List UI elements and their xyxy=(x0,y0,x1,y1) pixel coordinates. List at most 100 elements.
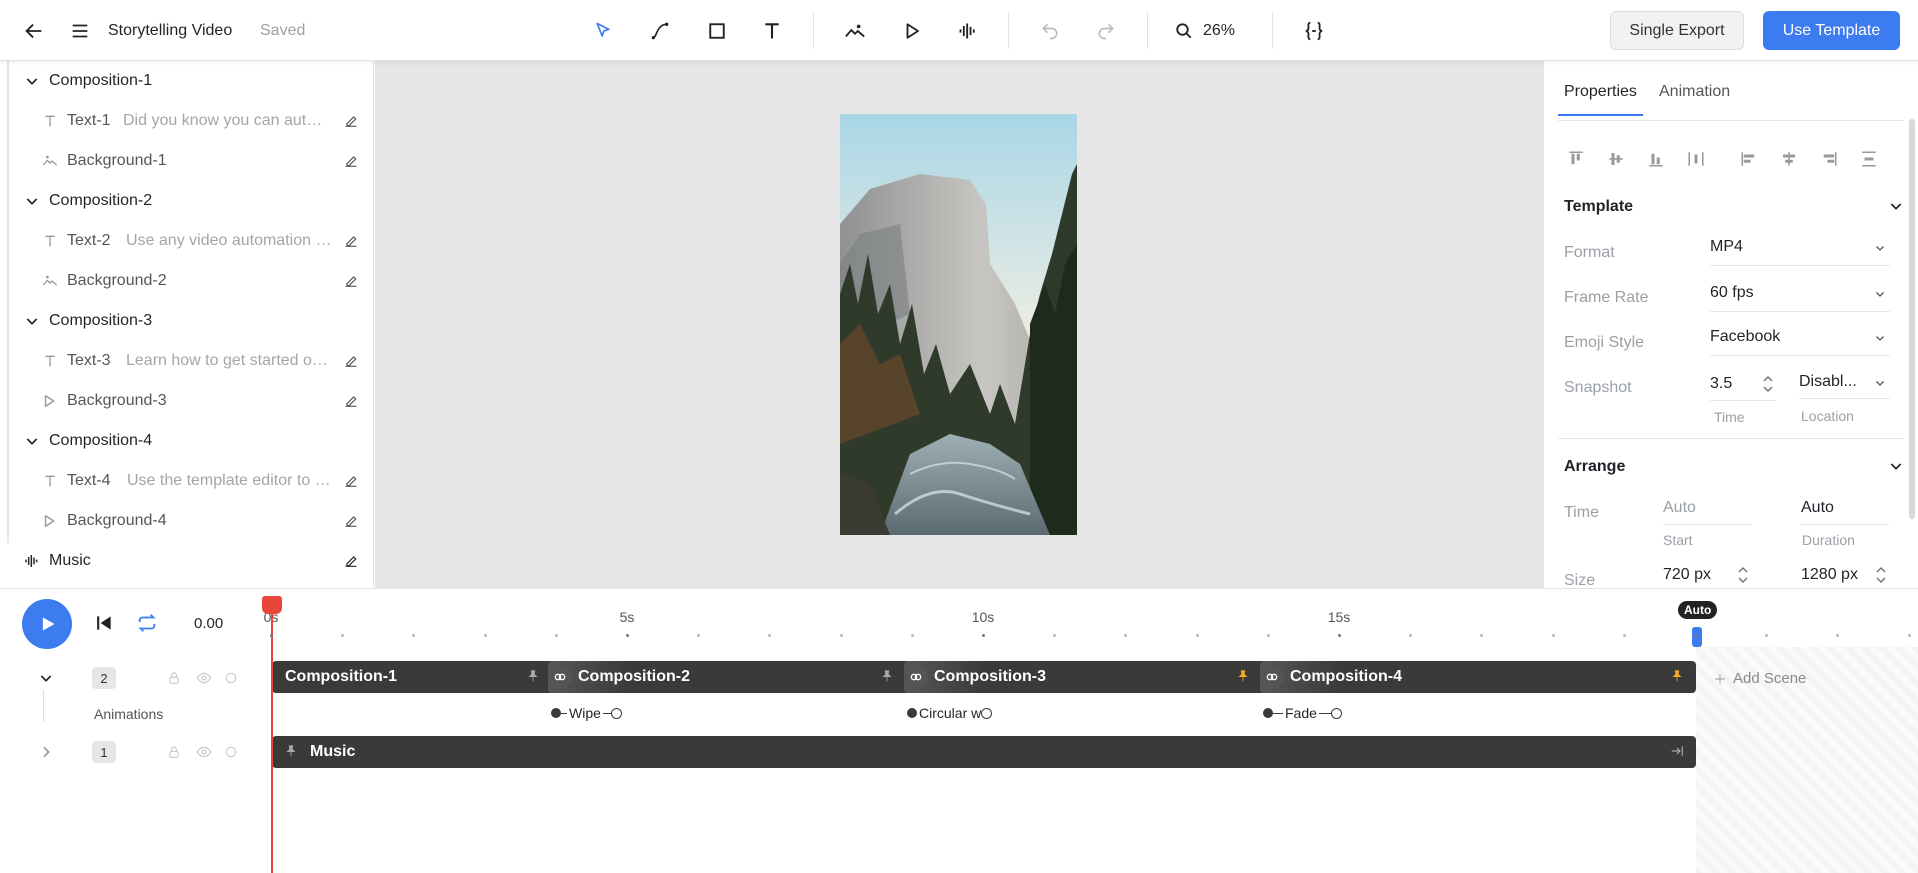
tree-item-background[interactable]: Background-1 xyxy=(0,141,373,181)
back-button[interactable] xyxy=(16,0,52,61)
tab-properties[interactable]: Properties xyxy=(1558,83,1643,116)
tree-composition-3[interactable]: Composition-3 xyxy=(0,301,373,341)
time-start-input[interactable]: Auto xyxy=(1663,491,1751,525)
pin-icon[interactable] xyxy=(284,744,298,758)
pin-icon[interactable] xyxy=(526,669,540,683)
arrow-right-to-line-icon[interactable] xyxy=(1670,744,1684,758)
distribute-vertical-button[interactable] xyxy=(1857,147,1881,171)
text-tool-button[interactable] xyxy=(754,0,790,61)
tab-animation[interactable]: Animation xyxy=(1659,83,1730,101)
video-preview[interactable] xyxy=(840,114,1077,535)
align-left-button[interactable] xyxy=(1737,147,1761,171)
canvas-area[interactable] xyxy=(375,61,1543,588)
pencil-icon[interactable] xyxy=(343,113,359,129)
tree-item-background[interactable]: Background-2 xyxy=(0,261,373,301)
code-editor-button[interactable] xyxy=(1296,0,1332,61)
size-height-input[interactable]: 1280 px xyxy=(1801,558,1889,588)
pencil-icon[interactable] xyxy=(343,353,359,369)
image-tool-button[interactable] xyxy=(837,0,873,61)
pencil-icon[interactable] xyxy=(343,513,359,529)
audio-tool-button[interactable] xyxy=(950,0,986,61)
keyframe-start[interactable] xyxy=(1263,708,1273,718)
solo-button[interactable] xyxy=(222,669,240,687)
duration-handle[interactable] xyxy=(1692,627,1702,647)
size-width-input[interactable]: 720 px xyxy=(1663,558,1751,588)
use-template-button[interactable]: Use Template xyxy=(1763,11,1900,50)
align-top-button[interactable] xyxy=(1564,147,1588,171)
tree-item-text[interactable]: Text-3 Learn how to get started online xyxy=(0,341,373,381)
chevron-down-icon[interactable] xyxy=(1888,458,1904,474)
format-select[interactable]: MP4 xyxy=(1710,232,1890,266)
pencil-icon[interactable] xyxy=(343,273,359,289)
stepper-icon[interactable] xyxy=(1875,564,1887,586)
keyframe-start[interactable] xyxy=(907,708,917,718)
chevron-down-icon[interactable] xyxy=(1888,198,1904,214)
video-tool-button[interactable] xyxy=(894,0,930,61)
template-section-header[interactable]: Template xyxy=(1564,198,1904,216)
arrange-section-header[interactable]: Arrange xyxy=(1564,458,1904,476)
emoji-style-select[interactable]: Facebook xyxy=(1710,322,1890,356)
pin-icon[interactable] xyxy=(1670,669,1684,683)
chevron-down-icon[interactable] xyxy=(24,313,40,329)
lock-button[interactable] xyxy=(165,669,183,687)
stepper-icon[interactable] xyxy=(1762,373,1774,395)
frame-rate-select[interactable]: 60 fps xyxy=(1710,278,1890,312)
keyframe-end[interactable] xyxy=(1330,707,1342,719)
pencil-icon[interactable] xyxy=(343,393,359,409)
chevron-down-icon[interactable] xyxy=(24,433,40,449)
transition-wipe[interactable]: Wipe xyxy=(551,704,622,722)
stepper-icon[interactable] xyxy=(1737,564,1749,586)
tree-item-background[interactable]: Background-3 xyxy=(0,381,373,421)
tree-item-text[interactable]: Text-2 Use any video automation tool xyxy=(0,221,373,261)
align-center-button[interactable] xyxy=(1777,147,1801,171)
transition-circular-wipe[interactable]: Circular wipe xyxy=(907,704,992,722)
project-title[interactable]: Storytelling Video xyxy=(108,0,232,61)
pencil-icon[interactable] xyxy=(343,153,359,169)
tree-composition-1[interactable]: Composition-1 xyxy=(0,61,373,101)
chevron-down-icon[interactable] xyxy=(24,193,40,209)
skip-to-start-button[interactable] xyxy=(88,607,120,639)
tree-item-text[interactable]: Text-4 Use the template editor to design xyxy=(0,461,373,501)
lock-button[interactable] xyxy=(165,743,183,761)
tree-composition-4[interactable]: Composition-4 xyxy=(0,421,373,461)
pencil-icon[interactable] xyxy=(343,553,359,569)
align-right-button[interactable] xyxy=(1817,147,1841,171)
pin-icon[interactable] xyxy=(1236,669,1250,683)
keyframe-end[interactable] xyxy=(610,707,622,719)
panel-scrollbar[interactable] xyxy=(1909,119,1915,519)
distribute-horizontal-button[interactable] xyxy=(1684,147,1708,171)
pencil-icon[interactable] xyxy=(343,233,359,249)
align-bottom-button[interactable] xyxy=(1644,147,1668,171)
chevron-right-icon[interactable] xyxy=(38,744,54,760)
align-middle-button[interactable] xyxy=(1604,147,1628,171)
redo-button[interactable] xyxy=(1088,0,1124,61)
scene-composition-2[interactable]: Composition-2 xyxy=(558,661,914,693)
tree-item-background[interactable]: Background-4 xyxy=(0,501,373,541)
chevron-down-icon[interactable] xyxy=(24,73,40,89)
time-duration-input[interactable]: Auto xyxy=(1801,491,1889,525)
select-tool-button[interactable] xyxy=(585,0,621,61)
visibility-button[interactable] xyxy=(195,743,213,761)
chevron-down-icon[interactable] xyxy=(38,670,54,686)
pin-icon[interactable] xyxy=(880,669,894,683)
loop-button[interactable] xyxy=(131,607,163,639)
path-tool-button[interactable] xyxy=(642,0,678,61)
zoom-control[interactable]: 26% xyxy=(1175,0,1235,61)
add-scene-button[interactable]: Add Scene xyxy=(1713,670,1806,687)
snapshot-time-input[interactable]: 3.5 xyxy=(1710,367,1776,401)
solo-button[interactable] xyxy=(222,743,240,761)
tree-composition-2[interactable]: Composition-2 xyxy=(0,181,373,221)
tree-item-music[interactable]: Music xyxy=(0,541,373,581)
scene-composition-3[interactable]: Composition-3 xyxy=(914,661,1270,693)
transition-fade[interactable]: Fade xyxy=(1263,704,1342,722)
keyframe-start[interactable] xyxy=(551,708,561,718)
pencil-icon[interactable] xyxy=(343,473,359,489)
playhead-handle[interactable] xyxy=(262,596,282,614)
rectangle-tool-button[interactable] xyxy=(699,0,735,61)
scene-composition-4[interactable]: Composition-4 xyxy=(1270,661,1696,693)
keyframe-end[interactable] xyxy=(981,707,992,719)
music-track[interactable]: Music xyxy=(272,736,1696,768)
composition-track[interactable]: Composition-1 Composition-2 Composition-… xyxy=(272,661,1696,693)
snapshot-location-select[interactable]: Disabl... xyxy=(1799,365,1890,399)
scene-composition-1[interactable]: Composition-1 xyxy=(272,661,558,693)
